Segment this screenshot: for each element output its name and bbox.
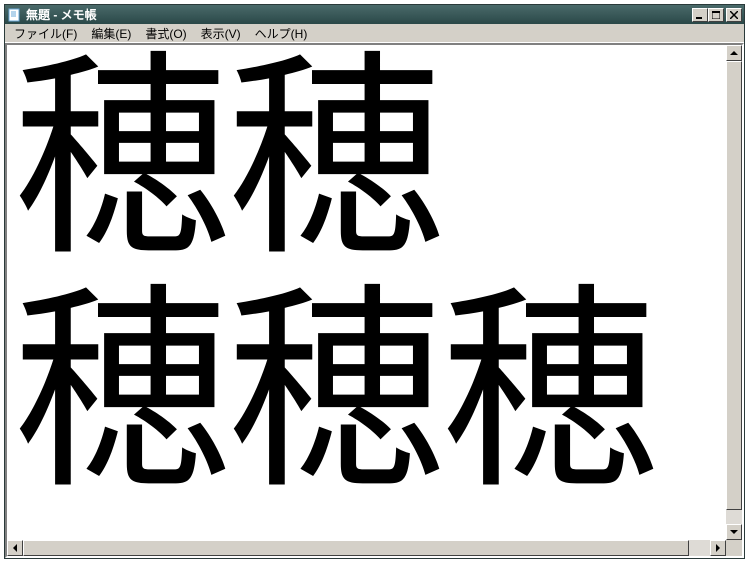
horizontal-scroll-thumb[interactable] bbox=[23, 540, 689, 556]
vertical-scrollbar[interactable] bbox=[726, 45, 742, 540]
scroll-up-button[interactable] bbox=[726, 45, 742, 61]
menu-view[interactable]: 表示(V) bbox=[194, 23, 248, 44]
menu-help[interactable]: ヘルプ(H) bbox=[248, 23, 315, 44]
scroll-left-button[interactable] bbox=[7, 540, 23, 556]
arrow-right-icon bbox=[716, 544, 720, 552]
horizontal-scroll-track[interactable] bbox=[23, 540, 710, 556]
menu-format[interactable]: 書式(O) bbox=[138, 23, 193, 44]
titlebar[interactable]: 無題 - メモ帳 bbox=[5, 5, 744, 24]
menubar: ファイル(F) 編集(E) 書式(O) 表示(V) ヘルプ(H) bbox=[5, 24, 744, 43]
client-area: 穂穂 穂穂穂 bbox=[5, 43, 744, 558]
arrow-down-icon bbox=[730, 530, 738, 534]
window-controls bbox=[692, 8, 742, 22]
vertical-scroll-track[interactable] bbox=[726, 61, 742, 524]
horizontal-scrollbar[interactable] bbox=[7, 540, 726, 556]
minimize-button[interactable] bbox=[692, 8, 708, 22]
arrow-up-icon bbox=[730, 51, 738, 55]
menu-file[interactable]: ファイル(F) bbox=[7, 23, 84, 44]
size-grip[interactable] bbox=[726, 540, 742, 556]
window-title: 無題 - メモ帳 bbox=[26, 6, 692, 23]
vertical-scroll-thumb[interactable] bbox=[726, 61, 742, 510]
notepad-app-icon bbox=[7, 7, 23, 23]
text-editor[interactable]: 穂穂 穂穂穂 bbox=[7, 45, 726, 540]
arrow-left-icon bbox=[13, 544, 17, 552]
maximize-button[interactable] bbox=[708, 8, 724, 22]
close-button[interactable] bbox=[726, 8, 742, 22]
scroll-down-button[interactable] bbox=[726, 524, 742, 540]
menu-edit[interactable]: 編集(E) bbox=[84, 23, 138, 44]
notepad-window: 無題 - メモ帳 ファイル(F) 編集(E) 書式(O) 表示(V) ヘルプ(H… bbox=[4, 4, 745, 559]
scroll-right-button[interactable] bbox=[710, 540, 726, 556]
